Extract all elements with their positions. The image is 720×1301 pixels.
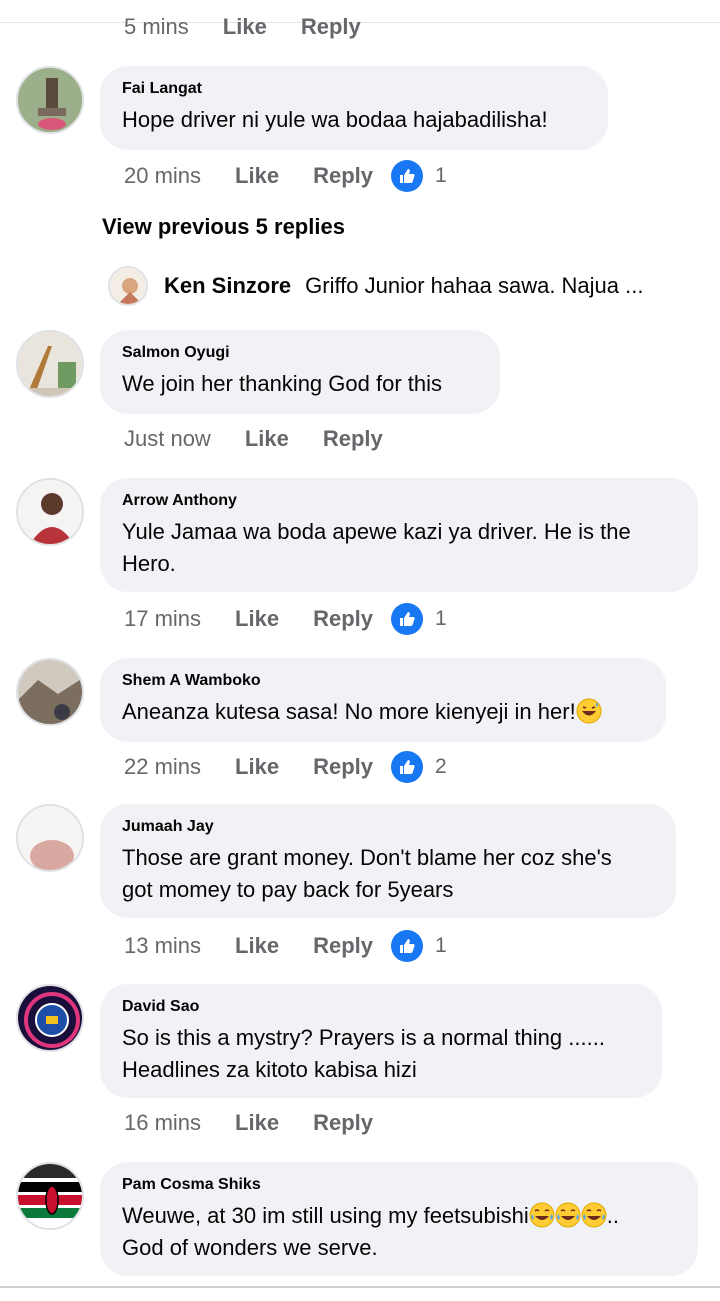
comment-text-content: Weuwe, at 30 im still using my feetsubis… bbox=[122, 1203, 529, 1228]
tears-of-joy-emoji bbox=[529, 1202, 555, 1228]
reply-button[interactable]: Reply bbox=[313, 754, 373, 780]
reply-button[interactable]: Reply bbox=[301, 14, 361, 40]
commenter-name[interactable]: Pam Cosma Shiks bbox=[122, 1174, 676, 1196]
tears-of-joy-emoji bbox=[555, 1202, 581, 1228]
avatar[interactable] bbox=[16, 66, 84, 134]
timestamp: 16 mins bbox=[124, 1110, 202, 1135]
like-button[interactable]: Like bbox=[235, 606, 279, 632]
avatar[interactable] bbox=[16, 478, 84, 546]
reply-preview[interactable]: Ken Sinzore Griffo Junior hahaa sawa. Na… bbox=[108, 266, 643, 306]
commenter-name[interactable]: Arrow Anthony bbox=[122, 490, 676, 512]
comment-bubble: Jumaah Jay Those are grant money. Don't … bbox=[100, 804, 676, 918]
comment-text-tail: .. bbox=[606, 1203, 619, 1228]
reply-button[interactable]: Reply bbox=[313, 933, 373, 959]
reply-text: Griffo Junior hahaa sawa. Najua ... bbox=[305, 273, 644, 298]
commenter-name[interactable]: Ken Sinzore bbox=[164, 273, 291, 299]
reply-button[interactable]: Reply bbox=[313, 1110, 373, 1136]
reply-button[interactable]: Reply bbox=[323, 426, 383, 452]
comment-meta: 16 mins Like Reply bbox=[124, 1110, 373, 1136]
like-button[interactable]: Like bbox=[223, 14, 267, 40]
comment-text: Weuwe, at 30 im still using my feetsubis… bbox=[122, 1200, 676, 1264]
commenter-name[interactable]: Fai Langat bbox=[122, 78, 586, 100]
reply-button[interactable]: Reply bbox=[313, 163, 373, 189]
comment-text-line: So is this a mystry? Prayers is a normal… bbox=[122, 1025, 605, 1050]
comment-text: Yule Jamaa wa boda apewe kazi ya driver.… bbox=[122, 516, 676, 580]
comment-bubble: Pam Cosma Shiks Weuwe, at 30 im still us… bbox=[100, 1162, 698, 1276]
like-count[interactable]: 1 bbox=[435, 164, 447, 188]
comment-text-line: Hero. bbox=[122, 551, 176, 576]
comment-text-line: Yule Jamaa wa boda apewe kazi ya driver.… bbox=[122, 519, 631, 544]
comment-meta: 20 mins Like Reply 1 bbox=[124, 160, 447, 192]
avatar[interactable] bbox=[16, 658, 84, 726]
commenter-name[interactable]: Salmon Oyugi bbox=[122, 342, 478, 364]
timestamp: 5 mins bbox=[124, 14, 189, 39]
thumbs-up-icon[interactable] bbox=[391, 160, 423, 192]
thumbs-up-icon[interactable] bbox=[391, 930, 423, 962]
comment-text: Aneanza kutesa sasa! No more kienyeji in… bbox=[122, 696, 644, 728]
comment-text-line: Headlines za kitoto kabisa hizi bbox=[122, 1057, 417, 1082]
avatar[interactable] bbox=[16, 330, 84, 398]
commenter-name[interactable]: Jumaah Jay bbox=[122, 816, 654, 838]
thumbs-up-icon[interactable] bbox=[391, 751, 423, 783]
timestamp: 17 mins bbox=[124, 606, 202, 631]
comment-text-line: Weuwe, at 30 im still using my feetsubis… bbox=[122, 1200, 676, 1232]
comment-meta: Just now Like Reply bbox=[124, 426, 383, 452]
grinning-sweat-emoji bbox=[576, 698, 602, 724]
timestamp: 13 mins bbox=[124, 933, 202, 958]
comment-meta: 22 mins Like Reply 2 bbox=[124, 751, 447, 783]
reply-button[interactable]: Reply bbox=[313, 606, 373, 632]
timestamp: 22 mins bbox=[124, 754, 202, 779]
commenter-name[interactable]: David Sao bbox=[122, 996, 640, 1018]
like-button[interactable]: Like bbox=[235, 1110, 279, 1136]
like-button[interactable]: Like bbox=[235, 933, 279, 959]
avatar bbox=[108, 266, 148, 306]
comment-text: We join her thanking God for this bbox=[122, 371, 442, 396]
like-button[interactable]: Like bbox=[245, 426, 289, 452]
like-count[interactable]: 1 bbox=[435, 607, 447, 631]
comment-text: So is this a mystry? Prayers is a normal… bbox=[122, 1022, 640, 1086]
timestamp: 20 mins bbox=[124, 163, 202, 188]
comment-meta: 17 mins Like Reply 1 bbox=[124, 603, 447, 635]
tears-of-joy-emoji bbox=[581, 1202, 607, 1228]
comment-bubble: David Sao So is this a mystry? Prayers i… bbox=[100, 984, 662, 1098]
avatar[interactable] bbox=[16, 804, 84, 872]
commenter-name[interactable]: Shem A Wamboko bbox=[122, 670, 644, 692]
avatar[interactable] bbox=[16, 1162, 84, 1230]
comment-bubble: Arrow Anthony Yule Jamaa wa boda apewe k… bbox=[100, 478, 698, 592]
comment-text: Hope driver ni yule wa bodaa hajabadilis… bbox=[122, 107, 548, 132]
bottom-divider bbox=[0, 1286, 720, 1288]
comment-bubble: Shem A Wamboko Aneanza kutesa sasa! No m… bbox=[100, 658, 666, 742]
comment-bubble: Salmon Oyugi We join her thanking God fo… bbox=[100, 330, 500, 414]
comment-meta: 13 mins Like Reply 1 bbox=[124, 930, 447, 962]
timestamp: Just now bbox=[124, 426, 211, 451]
view-previous-replies-link[interactable]: View previous 5 replies bbox=[102, 214, 345, 240]
like-count[interactable]: 2 bbox=[435, 755, 447, 779]
comment-text-line: God of wonders we serve. bbox=[122, 1235, 378, 1260]
comment-text-line: got momey to pay back for 5years bbox=[122, 877, 454, 902]
thumbs-up-icon[interactable] bbox=[391, 603, 423, 635]
comment-text-line: Those are grant money. Don't blame her c… bbox=[122, 845, 612, 870]
comment-meta-top: 5 mins Like Reply bbox=[124, 14, 361, 40]
like-count[interactable]: 1 bbox=[435, 934, 447, 958]
comment-bubble: Fai Langat Hope driver ni yule wa bodaa … bbox=[100, 66, 608, 150]
comment-text-content: Aneanza kutesa sasa! No more kienyeji in… bbox=[122, 699, 576, 724]
like-button[interactable]: Like bbox=[235, 754, 279, 780]
like-button[interactable]: Like bbox=[235, 163, 279, 189]
avatar[interactable] bbox=[16, 984, 84, 1052]
comment-text: Those are grant money. Don't blame her c… bbox=[122, 842, 654, 906]
